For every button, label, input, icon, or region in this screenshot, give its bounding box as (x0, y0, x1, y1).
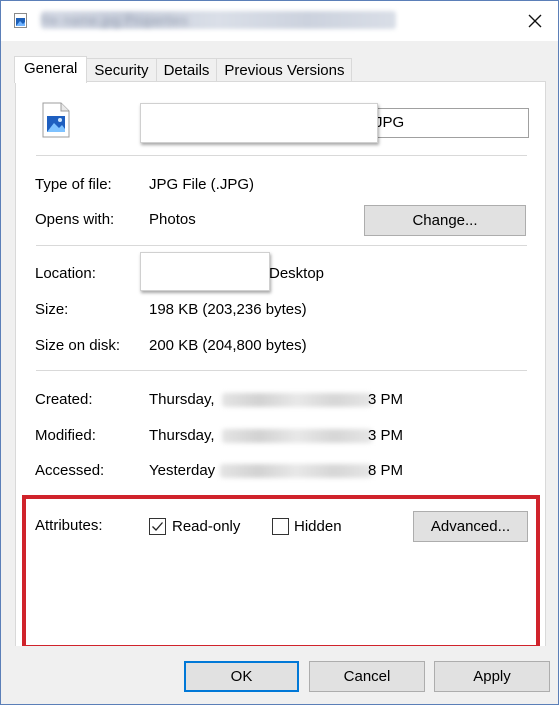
apply-button[interactable]: Apply (434, 661, 550, 692)
size-on-disk-label: Size on disk: (35, 337, 121, 354)
accessed-date-prefix: Yesterday (149, 462, 216, 479)
separator (36, 155, 527, 156)
type-of-file-label: Type of file: (35, 176, 112, 193)
ok-button[interactable]: OK (184, 661, 299, 692)
tab-security[interactable]: Security (86, 58, 157, 83)
created-date-obscured (222, 393, 372, 407)
location-redaction (140, 252, 270, 291)
tab-details[interactable]: Details (155, 58, 218, 83)
image-file-icon (14, 13, 27, 28)
window-title-text: file name.jpg Properties (41, 12, 189, 28)
attributes-highlight-box (22, 495, 540, 649)
created-label: Created: (35, 391, 93, 408)
modified-date-obscured (222, 429, 372, 443)
image-file-icon (42, 102, 70, 138)
modified-label: Modified: (35, 427, 96, 444)
size-label: Size: (35, 301, 69, 318)
dialog-footer: OK Cancel Apply (1, 646, 558, 704)
tab-strip: General Security Details Previous Versio… (14, 56, 353, 83)
close-icon (528, 14, 542, 28)
accessed-time-suffix: 8 PM (368, 462, 404, 479)
tab-previous-versions[interactable]: Previous Versions (216, 58, 353, 83)
filename-suffix: JPG (375, 114, 405, 131)
accessed-label: Accessed: (35, 462, 105, 479)
location-label: Location: (35, 265, 96, 282)
properties-dialog: file name.jpg Properties General Securit… (0, 0, 559, 705)
title-bar: file name.jpg Properties (1, 1, 558, 41)
opens-with-value: Photos (149, 211, 196, 228)
location-value: Desktop (269, 265, 325, 282)
opens-with-label: Opens with: (35, 211, 115, 228)
created-date-prefix: Thursday, (149, 391, 215, 408)
accessed-date-obscured (220, 464, 372, 478)
change-button[interactable]: Change... (364, 205, 526, 236)
created-time-suffix: 3 PM (368, 391, 404, 408)
modified-time-suffix: 3 PM (368, 427, 404, 444)
close-button[interactable] (512, 1, 558, 41)
separator (36, 245, 527, 246)
modified-date-prefix: Thursday, (149, 427, 215, 444)
cancel-button[interactable]: Cancel (309, 661, 425, 692)
size-value: 198 KB (203,236 bytes) (149, 301, 307, 318)
type-of-file-value: JPG File (.JPG) (149, 176, 255, 193)
filename-redaction (140, 103, 378, 143)
tab-general[interactable]: General (14, 56, 88, 83)
separator (36, 370, 527, 371)
size-on-disk-value: 200 KB (204,800 bytes) (149, 337, 307, 354)
